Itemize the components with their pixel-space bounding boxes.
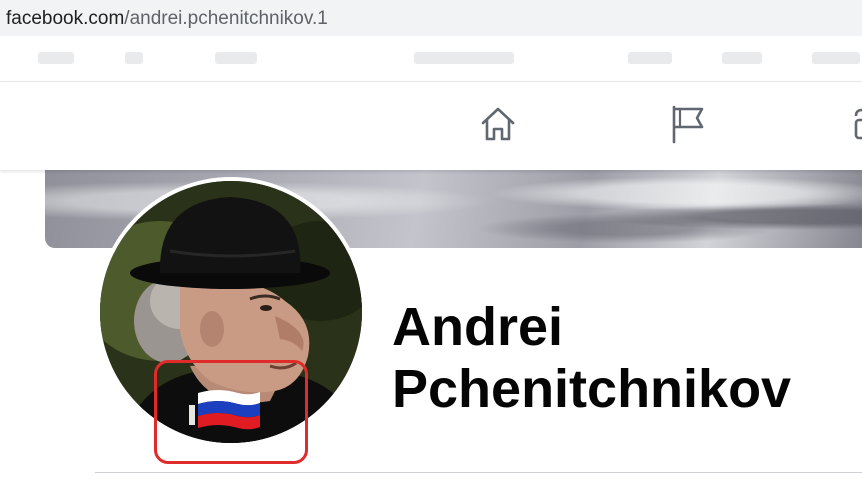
url-path: /andrei.pchenitchnikov.1 [124, 8, 328, 29]
home-icon [478, 104, 518, 149]
bookmark-item[interactable] [125, 52, 143, 64]
nav-marketplace-button[interactable] [848, 104, 862, 148]
bookmark-item[interactable] [215, 52, 257, 64]
url-text[interactable]: facebook.com/andrei.pchenitchnikov.1 [6, 8, 328, 30]
browser-address-bar[interactable]: facebook.com/andrei.pchenitchnikov.1 [0, 0, 862, 36]
bookmark-item[interactable] [628, 52, 672, 64]
profile-last-name: Pchenitchnikov [392, 359, 792, 419]
bookmark-item[interactable] [812, 52, 860, 64]
nav-pages-button[interactable] [664, 104, 708, 148]
profile-header-divider [95, 472, 862, 473]
highlight-annotation-box [154, 360, 308, 464]
marketplace-icon [850, 104, 862, 149]
profile-name: Andrei Pchenitchnikov [392, 296, 852, 420]
flag-icon [666, 102, 706, 151]
facebook-nav-bar [0, 82, 862, 170]
bookmark-item[interactable] [722, 52, 762, 64]
nav-home-button[interactable] [476, 104, 520, 148]
profile-first-name: Andrei [392, 297, 564, 357]
bookmark-item[interactable] [38, 52, 74, 64]
bookmarks-bar [0, 36, 862, 82]
bookmark-item[interactable] [414, 52, 514, 64]
url-host: facebook.com [6, 8, 125, 29]
